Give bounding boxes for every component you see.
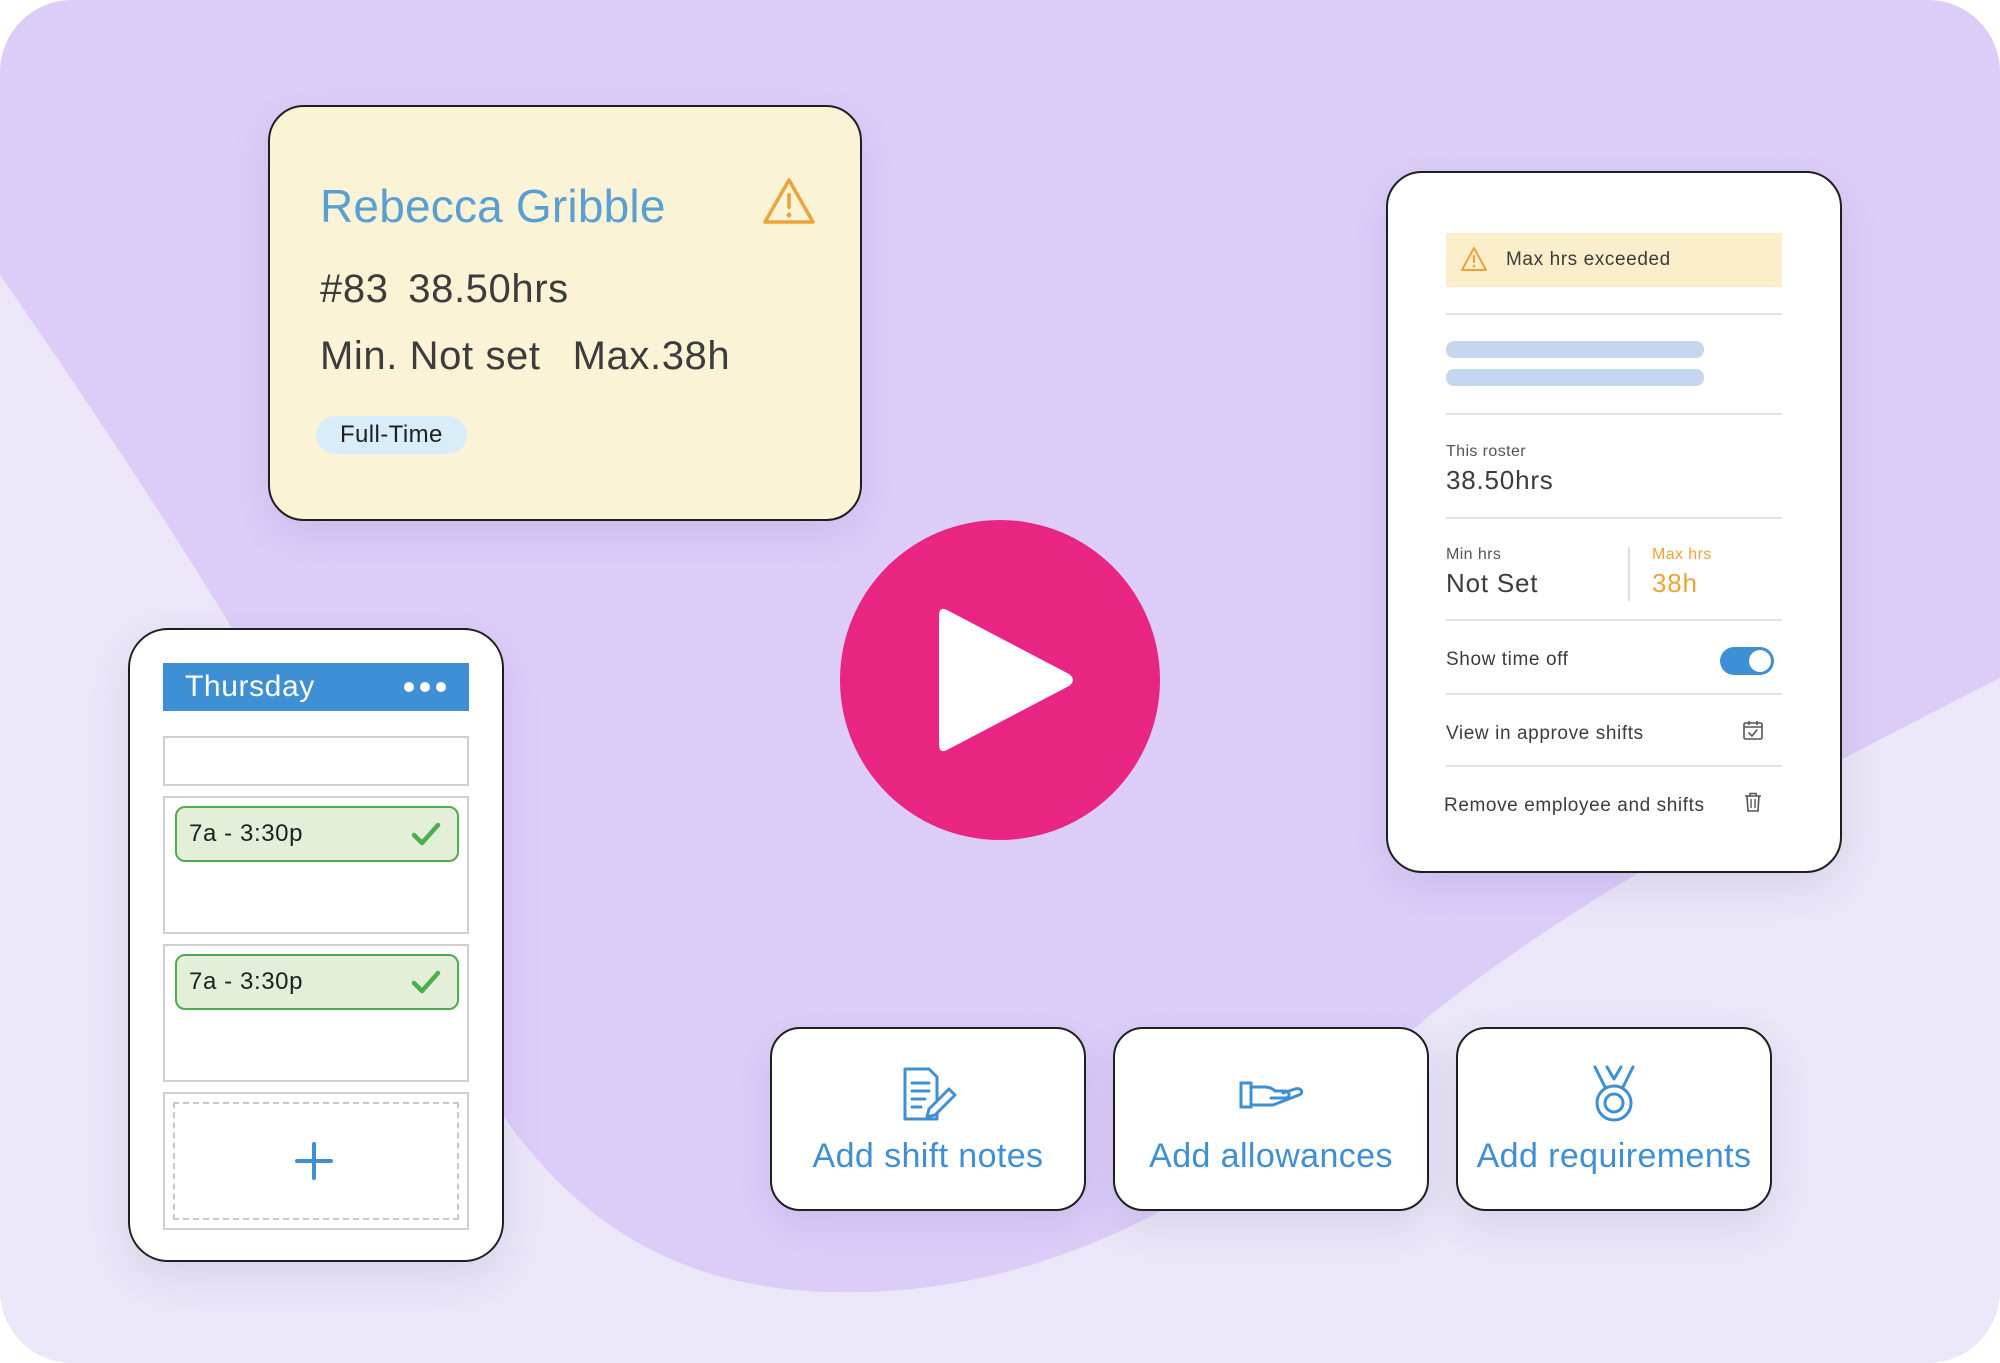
- play-icon: [939, 608, 1073, 752]
- canvas: Rebecca Gribble #83 38.50hrs Min. Not se…: [0, 0, 2000, 1363]
- add-shift-slot[interactable]: [163, 1092, 469, 1230]
- warning-icon: [763, 178, 815, 224]
- hand-offer-icon: [1239, 1081, 1304, 1109]
- alert-banner: Max hrs exceeded: [1446, 233, 1782, 287]
- min-hours-text: Min. Not set: [320, 334, 541, 378]
- check-icon: [411, 822, 441, 846]
- calendar-check-icon[interactable]: [1742, 719, 1764, 741]
- check-icon: [411, 970, 441, 994]
- document-edit-icon: [903, 1067, 957, 1121]
- employee-min-max-hours: Min. Not set Max.38h: [320, 334, 762, 379]
- max-hours-value: 38h: [1652, 568, 1698, 598]
- employee-name[interactable]: Rebecca Gribble: [320, 179, 666, 233]
- add-shift-notes-label: Add shift notes: [812, 1137, 1044, 1175]
- divider: [1446, 765, 1782, 767]
- add-allowances-button[interactable]: Add allowances: [1113, 1027, 1429, 1211]
- add-shift-notes-button[interactable]: Add shift notes: [770, 1027, 1086, 1211]
- shift-block[interactable]: 7a - 3:30p: [175, 954, 459, 1010]
- shift-slot: 7a - 3:30p: [163, 796, 469, 934]
- day-header: Thursday: [163, 663, 469, 711]
- show-time-off-toggle[interactable]: [1720, 647, 1774, 675]
- day-title: Thursday: [185, 670, 315, 703]
- column-divider: [1628, 547, 1630, 601]
- divider: [1446, 619, 1782, 621]
- min-hours-value: Not Set: [1446, 568, 1539, 598]
- max-hours-text: Max.38h: [572, 334, 731, 378]
- employee-id-and-hours: #83 38.50hrs: [320, 267, 569, 311]
- add-requirements-label: Add requirements: [1476, 1137, 1752, 1175]
- max-hours-label: Max hrs: [1652, 546, 1712, 563]
- empty-slot[interactable]: [163, 736, 469, 786]
- employee-settings-panel: Max hrs exceeded This roster 38.50hrs Mi…: [1386, 171, 1842, 873]
- placeholder-line: [1446, 341, 1704, 358]
- shift-time: 7a - 3:30p: [189, 968, 304, 995]
- add-allowances-label: Add allowances: [1149, 1137, 1393, 1175]
- remove-employee-link[interactable]: Remove employee and shifts: [1444, 795, 1705, 817]
- shift-slot: 7a - 3:30p: [163, 944, 469, 1082]
- add-requirements-button[interactable]: Add requirements: [1456, 1027, 1772, 1211]
- plus-icon[interactable]: [295, 1142, 333, 1180]
- trash-icon[interactable]: [1742, 791, 1764, 813]
- alert-text: Max hrs exceeded: [1506, 249, 1671, 270]
- employment-type-badge: Full-Time: [316, 416, 467, 454]
- view-approve-shifts-link[interactable]: View in approve shifts: [1446, 723, 1644, 745]
- more-icon[interactable]: [403, 681, 447, 693]
- divider: [1446, 693, 1782, 695]
- day-column-card: Thursday 7a - 3:30p 7a - 3:30p: [128, 628, 504, 1262]
- min-hours-label: Min hrs: [1446, 546, 1502, 563]
- divider: [1446, 413, 1782, 415]
- medal-icon: [1593, 1065, 1635, 1122]
- warning-icon: [1461, 247, 1487, 271]
- employee-summary-card[interactable]: Rebecca Gribble #83 38.50hrs Min. Not se…: [268, 105, 862, 521]
- placeholder-line: [1446, 369, 1704, 386]
- roster-hours-value: 38.50hrs: [1446, 465, 1554, 495]
- roster-label: This roster: [1446, 443, 1526, 460]
- toggle-knob: [1749, 650, 1771, 672]
- divider: [1446, 517, 1782, 519]
- show-time-off-label: Show time off: [1446, 649, 1569, 670]
- shift-block[interactable]: 7a - 3:30p: [175, 806, 459, 862]
- play-video-button[interactable]: [840, 520, 1160, 840]
- divider: [1446, 313, 1782, 315]
- shift-time: 7a - 3:30p: [189, 820, 304, 847]
